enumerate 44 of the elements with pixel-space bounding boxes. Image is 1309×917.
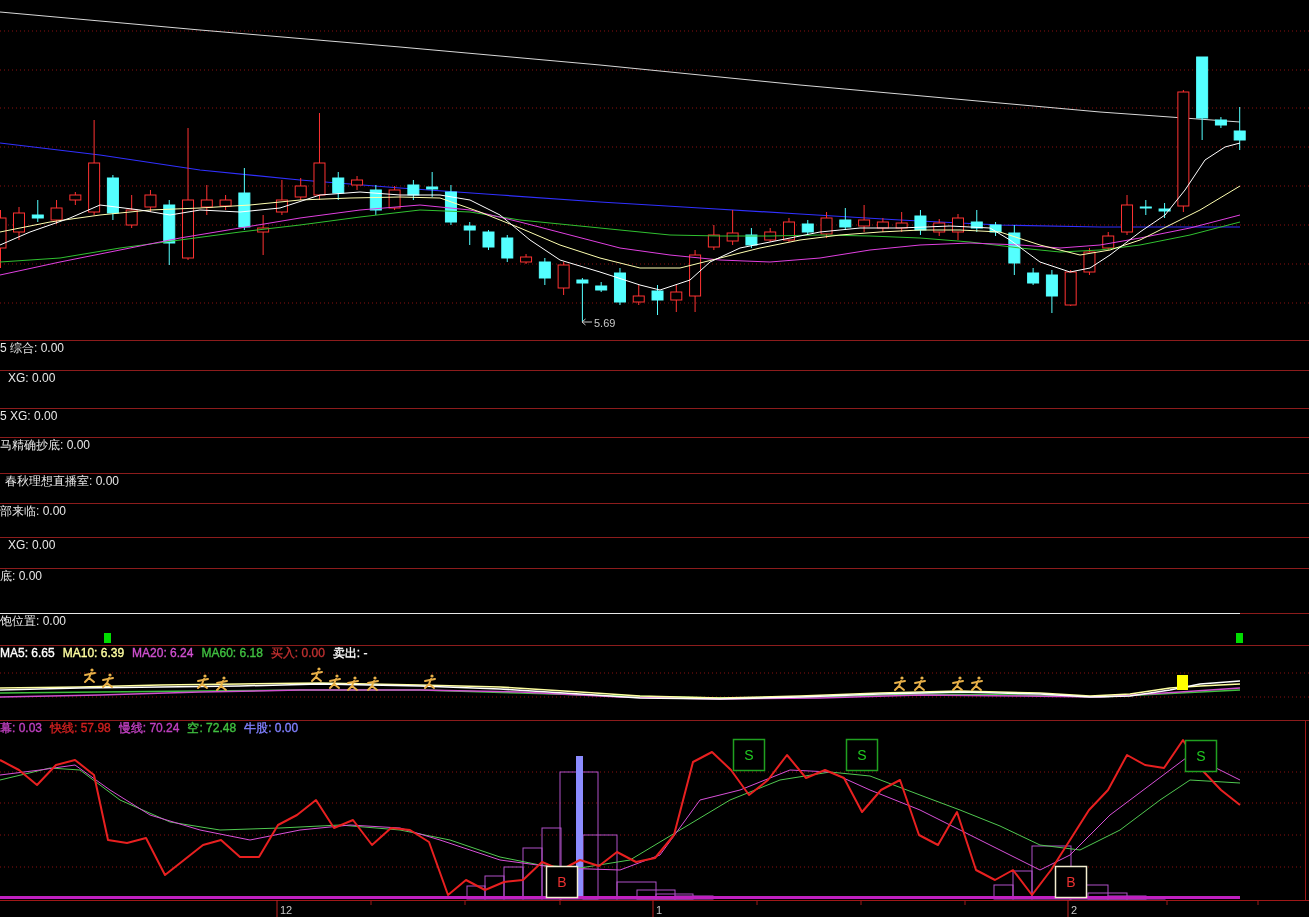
- indicator-label: 5 XG: 0.00: [0, 409, 58, 423]
- indicator-label: XG: 0.00: [8, 538, 56, 552]
- buy-signal-marker: B: [1054, 865, 1088, 899]
- sell-signal-marker: S: [845, 738, 879, 772]
- low-price-label: 5.69: [594, 317, 616, 329]
- running-figure-icon: [952, 676, 964, 691]
- indicator-label: 饱位置: 0.00: [0, 614, 67, 628]
- running-figure-icon: [329, 674, 341, 689]
- leader-arrow: [581, 318, 593, 326]
- sell-signal-marker: S: [732, 738, 766, 772]
- running-figure-icon: [216, 676, 228, 691]
- legend-label: MA60: 6.18: [201, 646, 263, 660]
- axis-label: 12: [280, 904, 293, 916]
- indicator-label: 5 综合: 0.00: [0, 341, 65, 355]
- running-figure-icon: [894, 676, 906, 691]
- running-figure-icon: [424, 674, 436, 689]
- sell-signal-marker: S: [1184, 739, 1218, 773]
- indicator-label: 底: 0.00: [0, 569, 43, 583]
- indicator-label: 春秋理想直播室: 0.00: [5, 474, 120, 488]
- legend-label: 牛股: 0.00: [244, 721, 299, 735]
- indicator-label: 部来临: 0.00: [0, 504, 67, 518]
- marker-icon: [1177, 675, 1188, 690]
- axis-label: 2: [1071, 904, 1078, 916]
- buy-signal-marker: B: [545, 865, 579, 899]
- indicator-label: XG: 0.00: [8, 371, 56, 385]
- running-figure-icon: [971, 676, 983, 691]
- running-figure-icon: [197, 674, 209, 689]
- legend-label: MA20: 6.24: [132, 646, 194, 660]
- indicator-label: 马精确抄底: 0.00: [0, 438, 91, 452]
- running-figure-icon: [311, 667, 323, 682]
- legend-label: 快线: 57.98: [50, 721, 111, 735]
- legend-label: 卖出: -: [332, 646, 368, 660]
- running-figure-icon: [84, 668, 96, 683]
- running-figure-icon: [367, 676, 379, 691]
- legend-label: 买入: 0.00: [270, 646, 325, 660]
- legend-label: 慢线: 70.24: [118, 721, 180, 735]
- running-figure-icon: [347, 676, 359, 691]
- running-figure-icon: [102, 673, 114, 688]
- legend-label: MA10: 6.39: [62, 646, 125, 660]
- legend-label: MA5: 6.65: [0, 646, 55, 660]
- running-figure-icon: [914, 676, 926, 691]
- legend-label: 空: 72.48: [187, 721, 237, 735]
- legend-label: 幕: 0.03: [0, 721, 43, 735]
- axis-label: 1: [656, 904, 663, 916]
